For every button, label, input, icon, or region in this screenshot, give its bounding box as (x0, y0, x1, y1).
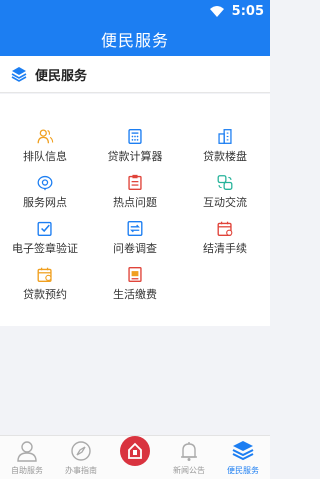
section-title: 便民服务 (35, 68, 88, 84)
bell-icon (181, 442, 197, 461)
layers-icon (232, 441, 254, 461)
calendar-appointment-icon (37, 267, 52, 282)
service-queue-info[interactable]: 排队信息 (0, 114, 90, 164)
service-bill-payment[interactable]: 生活缴费 (90, 252, 180, 302)
wifi-icon (209, 5, 224, 17)
service-hot-questions[interactable]: 热点问题 (90, 160, 180, 210)
service-survey[interactable]: 问卷调查 (90, 206, 180, 256)
chat-exchange-icon (217, 175, 233, 190)
service-label: 生活缴费 (113, 288, 157, 301)
queue-people-icon (37, 129, 54, 144)
status-bar: 5:05 (0, 0, 270, 22)
service-loan-calculator[interactable]: 贷款计算器 (90, 114, 180, 164)
home-logo-icon (128, 442, 142, 459)
tab-label: 便民服务 (227, 466, 259, 475)
location-pin-icon (37, 175, 53, 191)
person-icon (17, 441, 37, 462)
section-header: 便民服务 (0, 56, 270, 93)
calculator-icon (128, 129, 142, 144)
tab-self-service[interactable]: 自助服务 (0, 436, 54, 479)
tab-label: 新闻公告 (173, 466, 205, 475)
home-button[interactable] (120, 436, 150, 466)
building-icon (218, 129, 232, 144)
tab-news[interactable]: 新闻公告 (162, 436, 216, 479)
layers-icon (11, 67, 27, 82)
calendar-settle-icon (217, 221, 233, 236)
checkbox-signature-icon (37, 221, 52, 236)
service-loan-appointment[interactable]: 贷款预约 (0, 252, 90, 302)
service-grid: 排队信息 贷款计算器 贷款楼盘 服务网点 热点问题 互动交流 电子签章验证 问卷… (0, 94, 270, 326)
tab-label: 办事指南 (65, 466, 97, 475)
tab-convenience[interactable]: 便民服务 (216, 436, 270, 479)
service-label: 贷款预约 (23, 288, 67, 301)
service-interaction[interactable]: 互动交流 (180, 160, 270, 210)
tab-guide[interactable]: 办事指南 (54, 436, 108, 479)
service-e-signature[interactable]: 电子签章验证 (0, 206, 90, 256)
survey-icon (127, 221, 143, 236)
tab-label: 自助服务 (11, 466, 43, 475)
bill-payment-icon (128, 267, 142, 282)
service-outlets[interactable]: 服务网点 (0, 160, 90, 210)
service-loan-buildings[interactable]: 贷款楼盘 (180, 114, 270, 164)
page-title: 便民服务 (0, 22, 270, 56)
compass-icon (71, 441, 91, 461)
status-time: 5:05 (231, 3, 264, 19)
service-settlement[interactable]: 结清手续 (180, 206, 270, 256)
service-label: 结清手续 (203, 242, 247, 255)
clipboard-icon (128, 174, 142, 190)
